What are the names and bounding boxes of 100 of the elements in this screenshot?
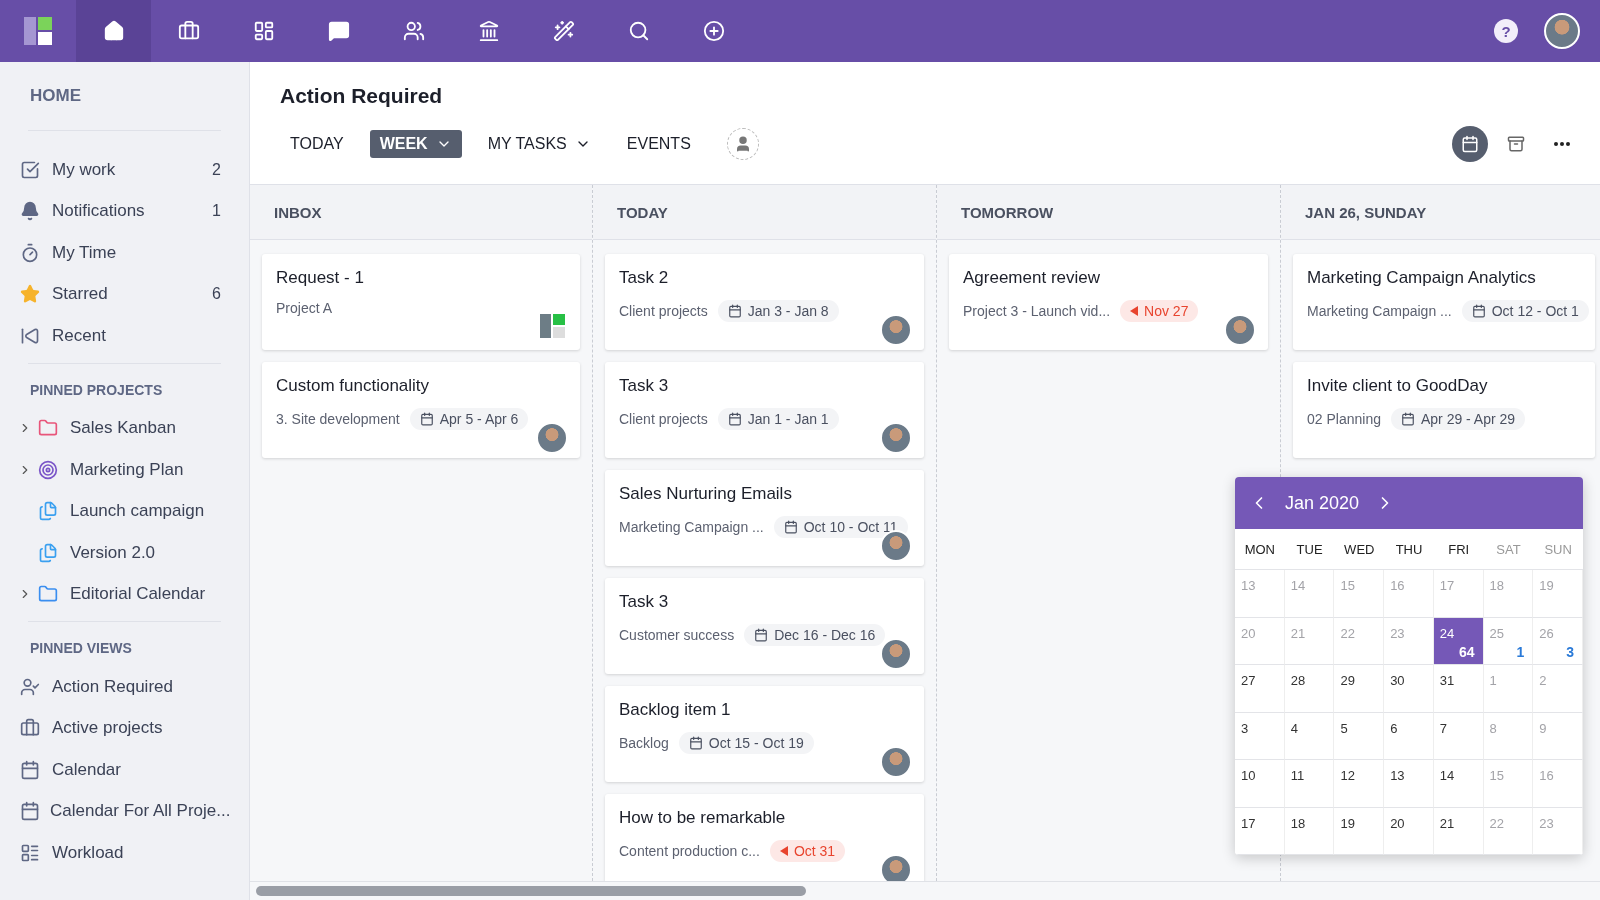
sidebar-item[interactable]: My Time — [0, 232, 249, 274]
project-name: Client projects — [619, 303, 708, 319]
calendar-day[interactable]: 14 — [1433, 760, 1484, 808]
project-name: Customer success — [619, 627, 735, 643]
filter-tab[interactable]: EVENTS — [616, 130, 701, 158]
calendar-day[interactable]: 28 — [1284, 665, 1335, 713]
triangle-icon — [1130, 306, 1139, 316]
calendar-day[interactable]: 30 — [1384, 665, 1434, 713]
task-card[interactable]: Request - 1 Project A — [262, 254, 580, 350]
sidebar-item[interactable]: Starred 6 — [0, 273, 249, 315]
calendar-day[interactable]: 4 — [1284, 712, 1335, 760]
day-number: 12 — [1340, 768, 1355, 783]
sidebar-item[interactable]: Editorial Calendar — [0, 573, 249, 615]
day-number: 23 — [1539, 815, 1554, 831]
sidebar-item[interactable]: Action Required — [0, 666, 249, 708]
task-card[interactable]: Invite client to GoodDay 02 Planning Apr 29 - Apr 29 — [1293, 362, 1595, 458]
calendar-day[interactable]: 13 — [1384, 760, 1434, 808]
sidebar-item[interactable]: Recent — [0, 315, 249, 357]
calendar-view-button[interactable] — [1452, 126, 1488, 162]
task-card[interactable]: Task 2 Client projects Jan 3 - Jan 8 — [605, 254, 924, 350]
calendar-day[interactable]: 21 — [1433, 807, 1484, 855]
calendar-day[interactable]: 3 — [1235, 712, 1285, 760]
calendar-day[interactable]: 17 — [1235, 807, 1285, 855]
sidebar-item[interactable]: Workload — [0, 832, 249, 874]
calendar-icon — [1400, 412, 1415, 426]
task-card[interactable]: Agreement review Project 3 - Launch vid... Nov 27 — [949, 254, 1268, 350]
calendar-day[interactable]: 10 — [1235, 760, 1285, 808]
calendar-day[interactable]: 5 — [1334, 712, 1385, 760]
day-number: 22 — [1489, 815, 1505, 831]
section-heading: PINNED PROJECTS — [29, 381, 164, 400]
help-button[interactable]: ? — [1494, 19, 1518, 43]
day-number: 6 — [1390, 720, 1398, 736]
day-number: 10 — [1241, 768, 1256, 783]
date-badge: Jan 1 - Jan 1 — [717, 408, 839, 430]
card-title: Sales Nurturing Emails — [619, 484, 793, 504]
day-number: 14 — [1290, 578, 1306, 593]
calendar-day[interactable]: 26 3 — [1533, 617, 1583, 665]
calendar-icon — [1471, 304, 1486, 318]
calendar-day[interactable]: 29 — [1334, 665, 1385, 713]
calendar-day[interactable]: 11 — [1284, 760, 1335, 808]
calendar-day[interactable]: 19 — [1334, 807, 1385, 855]
task-card[interactable]: Backlog item 1 Backlog Oct 15 - Oct 19 — [605, 686, 924, 782]
calendar-day[interactable]: 24 64 — [1433, 617, 1484, 665]
sidebar-item[interactable]: Marketing Plan — [0, 449, 249, 491]
calendar-icon — [419, 412, 434, 426]
month-label: Jan 2020 — [1285, 492, 1360, 514]
card-title: Task 3 — [619, 376, 670, 396]
task-card[interactable]: Task 3 Client projects Jan 1 - Jan 1 — [605, 362, 924, 458]
sidebar-item[interactable]: My work 2 — [0, 149, 249, 191]
card-title: Request - 1 — [276, 268, 365, 288]
day-number: 1 — [1489, 673, 1497, 688]
day-number: 18 — [1290, 815, 1306, 831]
day-number: 18 — [1489, 578, 1505, 593]
project-name: Backlog — [619, 735, 669, 751]
day-number: 15 — [1340, 578, 1355, 593]
calendar-day[interactable]: 27 — [1235, 665, 1285, 713]
date-badge: Apr 5 - Apr 6 — [409, 408, 529, 430]
calendar-icon — [727, 412, 742, 426]
sidebar-item[interactable]: Notifications 1 — [0, 190, 249, 232]
day-number: 17 — [1241, 815, 1256, 831]
triangle-icon — [779, 846, 788, 856]
day-number: 31 — [1439, 673, 1455, 688]
bell-icon — [20, 201, 40, 222]
day-number: 30 — [1390, 673, 1405, 688]
calendar-day[interactable]: 25 1 — [1483, 617, 1534, 665]
sidebar-item[interactable]: Launch campaign — [0, 490, 249, 532]
day-number: 11 — [1290, 768, 1305, 783]
day-number: 16 — [1390, 578, 1405, 593]
column-heading: JAN 26, SUNDAY — [1305, 203, 1427, 221]
calendar-day[interactable]: 7 — [1433, 712, 1484, 760]
calendar-day[interactable]: 6 — [1384, 712, 1434, 760]
task-card[interactable]: Marketing Campaign Analytics Marketing Campaign ... Oct 12 - Oct 1 — [1293, 254, 1595, 350]
day-number: 21 — [1290, 625, 1306, 641]
calendar-day[interactable]: 12 — [1334, 760, 1385, 808]
day-number: 29 — [1340, 673, 1355, 688]
sidebar-item[interactable]: Active projects — [0, 707, 249, 749]
project-name: 02 Planning — [1307, 411, 1381, 427]
filter-tab[interactable]: TODAY — [280, 130, 354, 158]
calendar-icon — [20, 759, 40, 780]
add-icon — [702, 20, 725, 42]
task-card[interactable]: How to be remarkable Content production c... Oct 31 — [605, 794, 924, 881]
scrollbar[interactable] — [256, 886, 806, 896]
calendar-day[interactable]: 20 — [1384, 807, 1434, 855]
filter-tab[interactable]: MY TASKS — [477, 130, 601, 158]
avatar-placeholder[interactable] — [1544, 13, 1580, 49]
sidebar-item[interactable]: Calendar — [0, 749, 249, 791]
sidebar-item[interactable]: Sales Kanban — [0, 407, 249, 449]
nav-button[interactable] — [76, 0, 151, 62]
filter-tab[interactable]: WEEK — [369, 130, 462, 158]
date-badge: Apr 29 - Apr 29 — [1390, 408, 1526, 430]
calendar-day[interactable]: 31 — [1433, 665, 1484, 713]
day-number: 16 — [1539, 768, 1554, 783]
person-filter-button[interactable] — [726, 128, 759, 160]
archive-icon — [1507, 135, 1525, 153]
task-card[interactable]: Custom functionality 3. Site development Apr 5 - Apr 6 — [262, 362, 580, 458]
sidebar-item[interactable]: Calendar For All Proje... — [0, 790, 249, 832]
calendar-day[interactable]: 18 — [1284, 807, 1335, 855]
sidebar-item[interactable]: Version 2.0 — [0, 532, 249, 574]
task-card[interactable]: Task 3 Customer success Dec 16 - Dec 16 — [605, 578, 924, 674]
card-title: Invite client to GoodDay — [1307, 376, 1489, 396]
